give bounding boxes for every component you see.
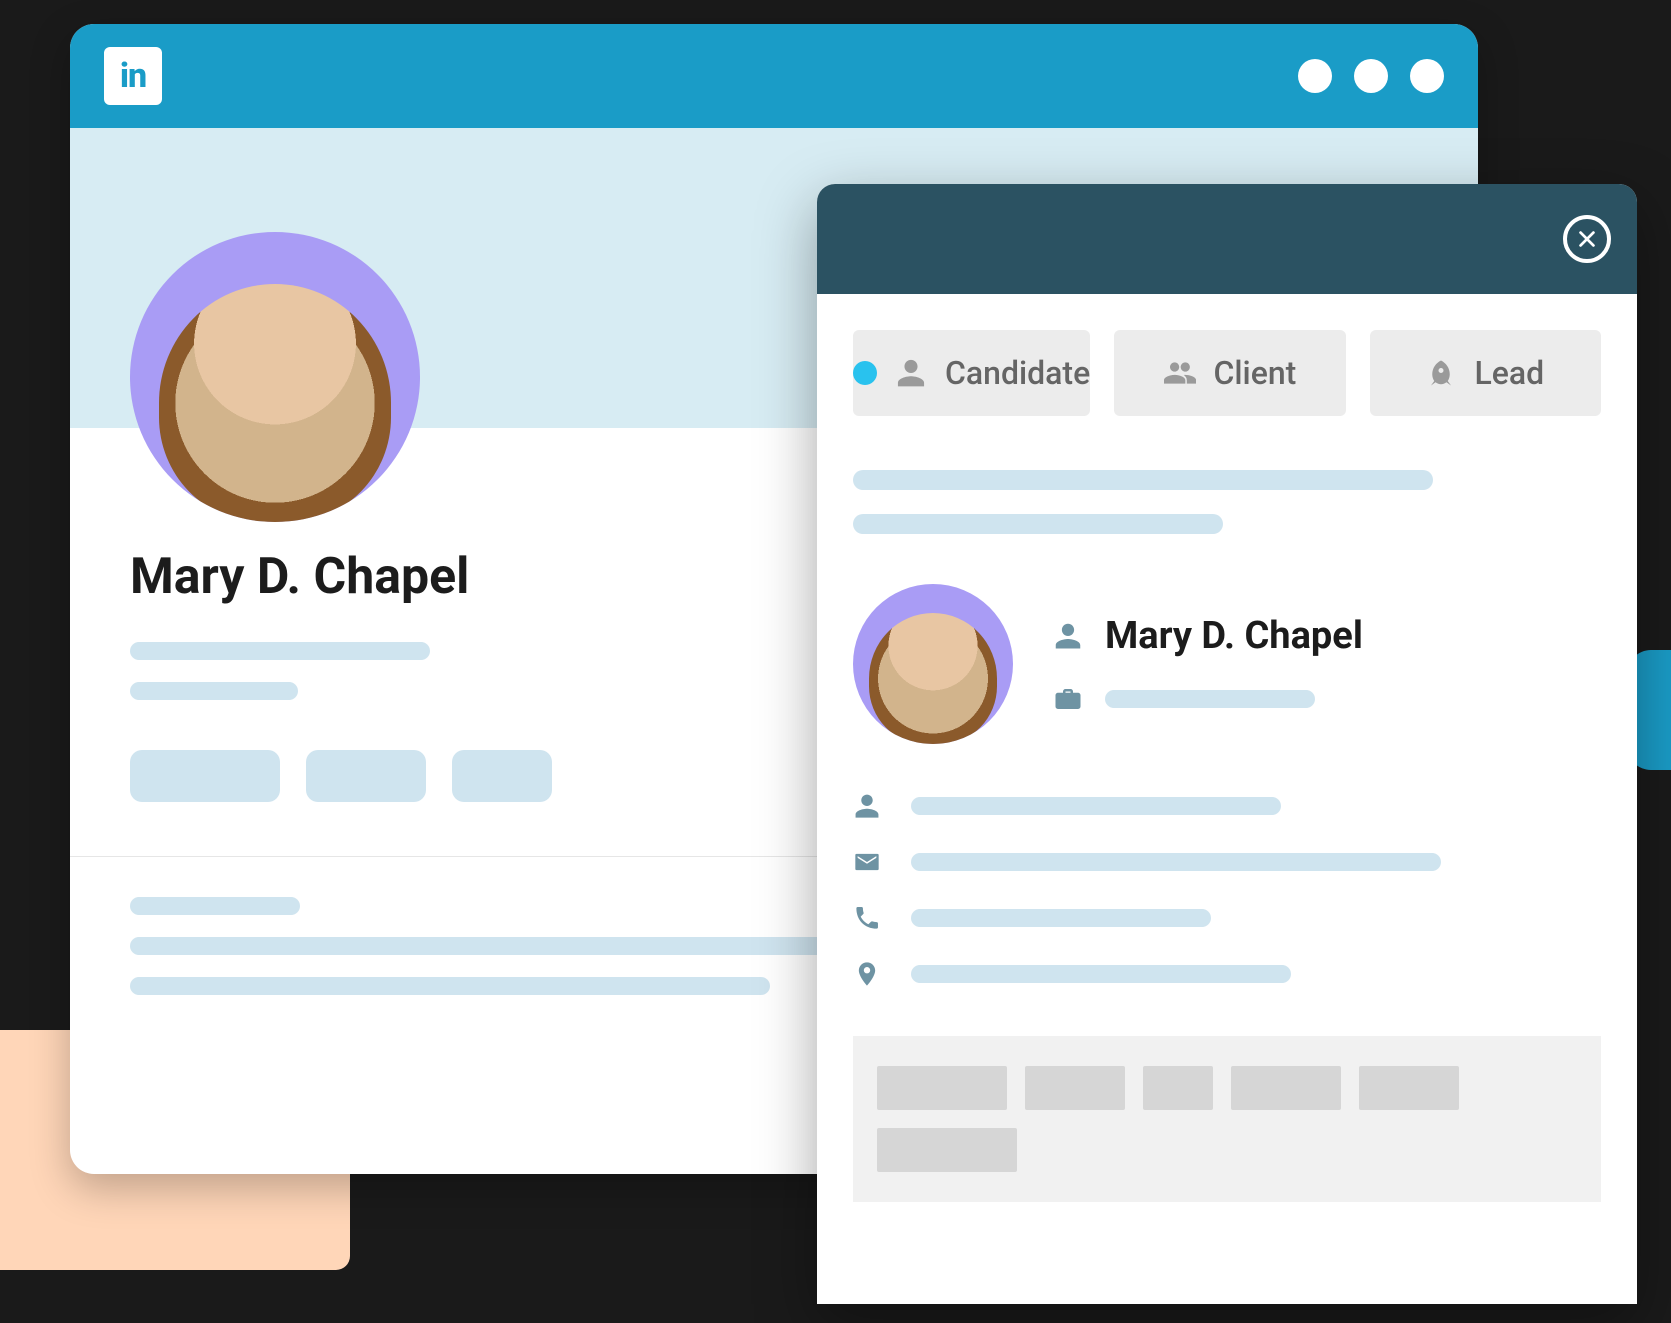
- person-icon: [895, 357, 927, 389]
- avatar-face: [869, 613, 997, 744]
- contact-detail-location: [853, 960, 1601, 988]
- active-indicator-dot: [853, 361, 877, 385]
- tab-label: Client: [1214, 354, 1297, 392]
- linkedin-logo[interactable]: in: [104, 47, 162, 105]
- tag-placeholder[interactable]: [877, 1066, 1007, 1110]
- skeleton-line: [130, 897, 300, 915]
- tag-placeholder[interactable]: [877, 1128, 1017, 1172]
- extension-panel: Candidate Client Lead: [817, 184, 1637, 1304]
- location-icon: [853, 960, 881, 988]
- tab-label: Lead: [1474, 354, 1544, 392]
- skeleton-line: [911, 909, 1211, 927]
- tag-placeholder[interactable]: [1359, 1066, 1459, 1110]
- linkedin-logo-text: in: [120, 56, 146, 96]
- person-icon: [853, 792, 881, 820]
- extension-header: [817, 184, 1637, 294]
- contact-detail-name: [853, 792, 1601, 820]
- email-icon: [853, 848, 881, 876]
- tab-client[interactable]: Client: [1114, 330, 1345, 416]
- briefcase-icon: [1053, 684, 1083, 714]
- contact-detail-phone: [853, 904, 1601, 932]
- profile-action-button[interactable]: [130, 750, 280, 802]
- window-control-dot[interactable]: [1298, 59, 1332, 93]
- skeleton-line: [911, 797, 1281, 815]
- rocket-icon: [1426, 358, 1456, 388]
- extension-summary-lines: [853, 470, 1601, 534]
- contact-avatar[interactable]: [853, 584, 1013, 744]
- contact-header: Mary D. Chapel: [853, 584, 1601, 744]
- profile-action-button[interactable]: [306, 750, 426, 802]
- tags-block: [853, 1036, 1601, 1202]
- skeleton-line: [130, 937, 890, 955]
- tab-lead[interactable]: Lead: [1370, 330, 1601, 416]
- window-controls: [1298, 59, 1444, 93]
- profile-action-button[interactable]: [452, 750, 552, 802]
- skeleton-line: [130, 642, 430, 660]
- close-icon: [1576, 228, 1598, 250]
- skeleton-line: [130, 977, 770, 995]
- people-icon: [1164, 357, 1196, 389]
- skeleton-line: [130, 682, 298, 700]
- skeleton-line: [911, 965, 1291, 983]
- contact-detail-email: [853, 848, 1601, 876]
- person-icon: [1053, 621, 1083, 651]
- tab-label: Candidate: [945, 354, 1090, 392]
- skeleton-line: [1105, 690, 1315, 708]
- contact-name: Mary D. Chapel: [1105, 614, 1363, 658]
- window-control-dot[interactable]: [1410, 59, 1444, 93]
- record-type-tabs: Candidate Client Lead: [853, 330, 1601, 416]
- linkedin-topbar: in: [70, 24, 1478, 128]
- window-control-dot[interactable]: [1354, 59, 1388, 93]
- contact-details: [853, 792, 1601, 988]
- tag-placeholder[interactable]: [1143, 1066, 1213, 1110]
- tag-placeholder[interactable]: [1025, 1066, 1125, 1110]
- profile-avatar[interactable]: [130, 232, 420, 522]
- tab-candidate[interactable]: Candidate: [853, 330, 1090, 416]
- close-button[interactable]: [1563, 215, 1611, 263]
- phone-icon: [853, 904, 881, 932]
- skeleton-line: [911, 853, 1441, 871]
- tag-placeholder[interactable]: [1231, 1066, 1341, 1110]
- skeleton-line: [853, 470, 1433, 490]
- avatar-face: [159, 284, 391, 522]
- skeleton-line: [853, 514, 1223, 534]
